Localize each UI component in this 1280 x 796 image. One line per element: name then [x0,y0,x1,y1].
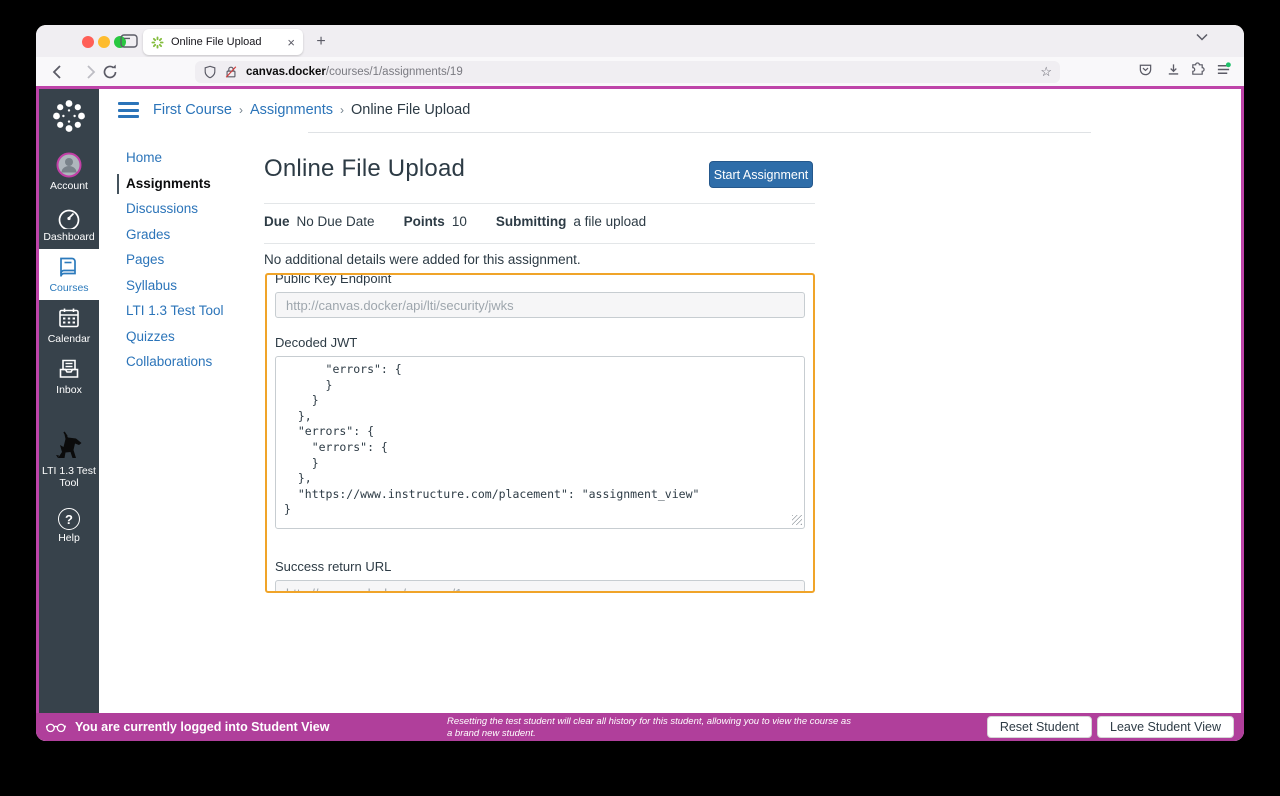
course-nav: Home Assignments Discussions Grades Page… [117,151,256,381]
url-bar[interactable]: canvas.docker/courses/1/assignments/19 ☆ [195,60,1060,83]
help-question-icon: ? [58,508,80,530]
calendar-icon [56,305,82,331]
unicorn-icon [52,429,86,463]
account-avatar-icon [56,152,82,178]
sidebar-item-label: Courses [49,282,89,294]
new-tab-button[interactable]: + [308,29,334,55]
start-assignment-button[interactable]: Start Assignment [709,161,813,188]
course-nav-pages[interactable]: Pages [126,253,256,267]
downloads-icon[interactable] [1166,62,1184,80]
sidebar-item-help[interactable]: ? Help [39,503,99,550]
breadcrumb-separator: › [238,103,243,117]
tab-bar: Online File Upload × + [36,25,1244,57]
lti-tool-frame: Public Key Endpoint Decoded JWT "errors"… [265,273,815,593]
shield-icon[interactable] [203,65,217,79]
course-nav-discussions[interactable]: Discussions [126,202,256,216]
bookmark-star-icon[interactable]: ☆ [1040,64,1052,80]
assignment-main: Online File Upload Start Assignment Due N… [264,89,820,709]
success-return-url-label: Success return URL [275,559,392,574]
sidebar-item-label: LTI 1.3 Test Tool [42,465,96,489]
course-nav-quizzes[interactable]: Quizzes [126,329,256,344]
course-nav-syllabus[interactable]: Syllabus [126,278,256,293]
sidebar-item-courses[interactable]: Courses [39,249,99,300]
course-nav-assignments[interactable]: Assignments [117,173,256,194]
page-viewport: Account Dashboard Courses Calendar Inbox… [36,86,1244,741]
close-window-button[interactable] [82,36,94,48]
url-domain: canvas.docker [246,65,326,78]
course-nav-collaborations[interactable]: Collaborations [126,355,256,369]
course-nav-lti-test-tool[interactable]: LTI 1.3 Test Tool [126,304,256,318]
page-title: Online File Upload [264,155,466,182]
firefox-view-icon[interactable] [120,33,138,49]
sidebar-item-account[interactable]: Account [39,147,99,198]
forward-button[interactable] [80,62,100,82]
courses-book-icon [56,254,82,280]
app-menu-icon[interactable] [1216,62,1234,80]
canvas-logo-icon[interactable] [50,97,88,135]
submitting-value: a file upload [573,214,647,229]
sidebar-item-lti-test-tool[interactable]: LTI 1.3 Test Tool [39,424,99,495]
browser-window: Online File Upload × + canvas.docker/cou… [36,25,1244,741]
student-view-message: You are currently logged into Student Vi… [75,720,330,734]
no-details-text: No additional details were added for thi… [264,252,581,267]
public-key-endpoint-input[interactable] [275,292,805,318]
tab-close-icon[interactable]: × [287,36,295,49]
divider [264,243,815,244]
success-return-url-input[interactable] [275,580,805,591]
divider [264,203,815,204]
pocket-icon[interactable] [1138,62,1156,80]
sidebar-item-label: Help [58,532,80,544]
student-view-note: Resetting the test student will clear al… [447,716,867,739]
sidebar-item-label: Dashboard [43,231,95,243]
points-value: 10 [451,214,467,229]
browser-toolbar: canvas.docker/courses/1/assignments/19 ☆ [36,57,1244,86]
public-key-endpoint-label: Public Key Endpoint [275,273,392,286]
course-nav-grades[interactable]: Grades [126,227,256,242]
note-line-1: Resetting the test student will clear al… [447,716,851,727]
dashboard-gauge-icon [56,203,82,229]
course-menu-hamburger-icon[interactable] [118,102,139,118]
sidebar-item-dashboard[interactable]: Dashboard [39,198,99,249]
decoded-jwt-label: Decoded JWT [275,335,358,350]
student-view-bar: You are currently logged into Student Vi… [36,713,1244,741]
sidebar-item-label: Account [50,180,88,192]
minimize-window-button[interactable] [98,36,110,48]
sidebar-item-label: Calendar [47,333,91,345]
leave-student-view-button[interactable]: Leave Student View [1097,716,1234,738]
submitting-label: Submitting [495,214,567,229]
note-line-2: a brand new student. [447,727,536,739]
inbox-tray-icon [56,356,82,382]
url-path: /courses/1/assignments/19 [325,65,463,78]
due-value: No Due Date [296,214,375,229]
jwt-textarea-wrap: "errors": { } } }, "errors": { "errors":… [275,356,805,529]
reset-student-button[interactable]: Reset Student [986,716,1093,738]
tab-title: Online File Upload [171,36,262,48]
extensions-icon[interactable] [1190,62,1208,80]
back-button[interactable] [48,62,68,82]
decoded-jwt-textarea[interactable]: "errors": { } } }, "errors": { "errors":… [275,356,805,529]
tab-favicon-icon [151,35,164,49]
breadcrumb-course-link[interactable]: First Course [153,102,232,118]
sidebar-item-calendar[interactable]: Calendar [39,300,99,351]
points-label: Points [403,214,445,229]
insecure-lock-icon[interactable] [224,65,238,79]
glasses-icon [46,721,66,733]
assignment-details: Due No Due Date Points 10 Submitting a file u… [264,214,646,229]
reload-icon[interactable] [100,62,120,82]
sidebar-item-label: Inbox [56,384,82,396]
global-nav: Account Dashboard Courses Calendar Inbox… [39,89,99,713]
browser-tab[interactable]: Online File Upload × [143,29,303,55]
sidebar-item-inbox[interactable]: Inbox [39,351,99,402]
due-label: Due [264,214,290,229]
list-all-tabs-icon[interactable] [1196,33,1208,41]
course-nav-home[interactable]: Home [126,151,256,165]
